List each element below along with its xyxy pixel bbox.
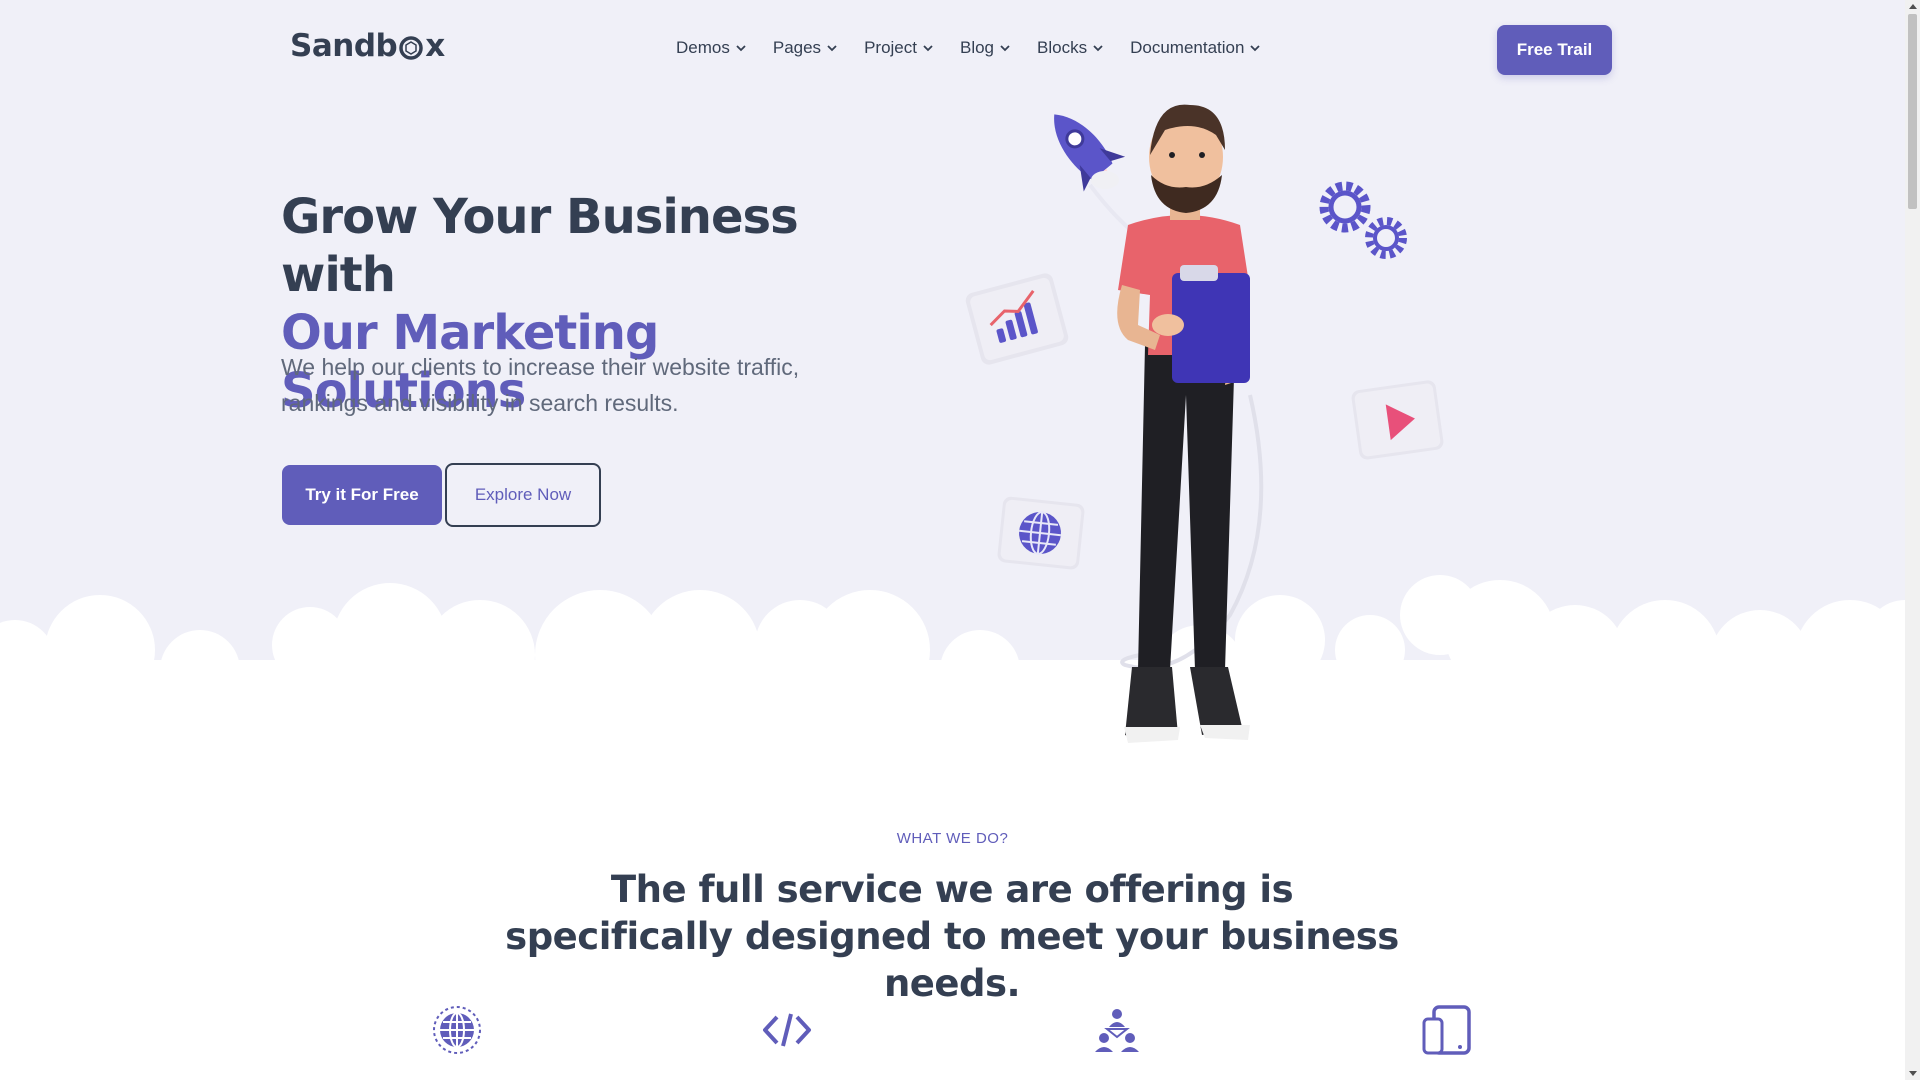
play-card-icon: [1351, 380, 1444, 460]
code-icon: [763, 1013, 811, 1047]
chevron-down-icon: [1093, 45, 1103, 52]
hero-title-line-1: Grow Your Business with: [281, 189, 799, 303]
free-trial-button[interactable]: Free Trail: [1497, 25, 1612, 75]
nav-item-demos[interactable]: Demos: [676, 38, 746, 58]
nav-item-blocks[interactable]: Blocks: [1037, 38, 1103, 58]
nav-item-label: Project: [864, 38, 917, 57]
page-scrollbar[interactable]: [1905, 0, 1920, 1080]
chevron-down-icon: [736, 45, 746, 52]
explore-now-button[interactable]: Explore Now: [445, 463, 601, 527]
services-eyebrow: WHAT WE DO?: [896, 830, 1009, 847]
chevron-down-icon: [827, 45, 837, 52]
nav-item-blog[interactable]: Blog: [960, 38, 1010, 58]
chart-card-icon: [965, 273, 1069, 365]
hero-lead-text: We help our clients to increase their we…: [281, 354, 800, 416]
nav-item-documentation[interactable]: Documentation: [1130, 38, 1261, 58]
hero-illustration: [965, 104, 1444, 743]
scrollbar-thumb[interactable]: [1908, 14, 1917, 209]
nav-item-project[interactable]: Project: [864, 38, 933, 58]
scroll-down-arrow-icon[interactable]: [1909, 1071, 1917, 1076]
try-for-free-button[interactable]: Try it For Free: [282, 465, 442, 525]
nav-item-label: Documentation: [1130, 38, 1245, 57]
logo-cube-icon: [399, 36, 423, 60]
brand-logo[interactable]: Sandb x: [290, 28, 445, 64]
services-title: The full service we are offering is spec…: [505, 868, 1399, 1005]
nav-item-label: Blocks: [1037, 38, 1088, 57]
rocket-icon: [1054, 114, 1126, 192]
character-figure: [1117, 104, 1250, 743]
brand-name-suffix: x: [425, 28, 445, 64]
main-nav: Demos Pages Project Blog Blocks Document…: [676, 38, 1287, 58]
devices-icon: [1422, 1005, 1471, 1055]
globe-card-icon: [997, 496, 1085, 570]
chevron-down-icon: [923, 45, 933, 52]
nav-item-label: Pages: [772, 38, 822, 57]
chevron-down-icon: [1250, 45, 1261, 52]
scroll-up-arrow-icon[interactable]: [1909, 4, 1917, 9]
brand-name-prefix: Sandb: [290, 28, 398, 64]
globe-icon: [433, 1006, 481, 1054]
nav-item-label: Blog: [959, 38, 995, 57]
nav-item-pages[interactable]: Pages: [773, 38, 837, 58]
team-icon: [1095, 1009, 1139, 1052]
page: Sandb x Demos Pages Project Blog Blocks …: [0, 0, 1920, 1080]
chevron-down-icon: [1000, 45, 1010, 52]
nav-item-label: Demos: [676, 38, 730, 57]
top-navbar: Sandb x Demos Pages Project Blog Blocks …: [0, 0, 1905, 100]
gears-icon: [1319, 181, 1407, 259]
